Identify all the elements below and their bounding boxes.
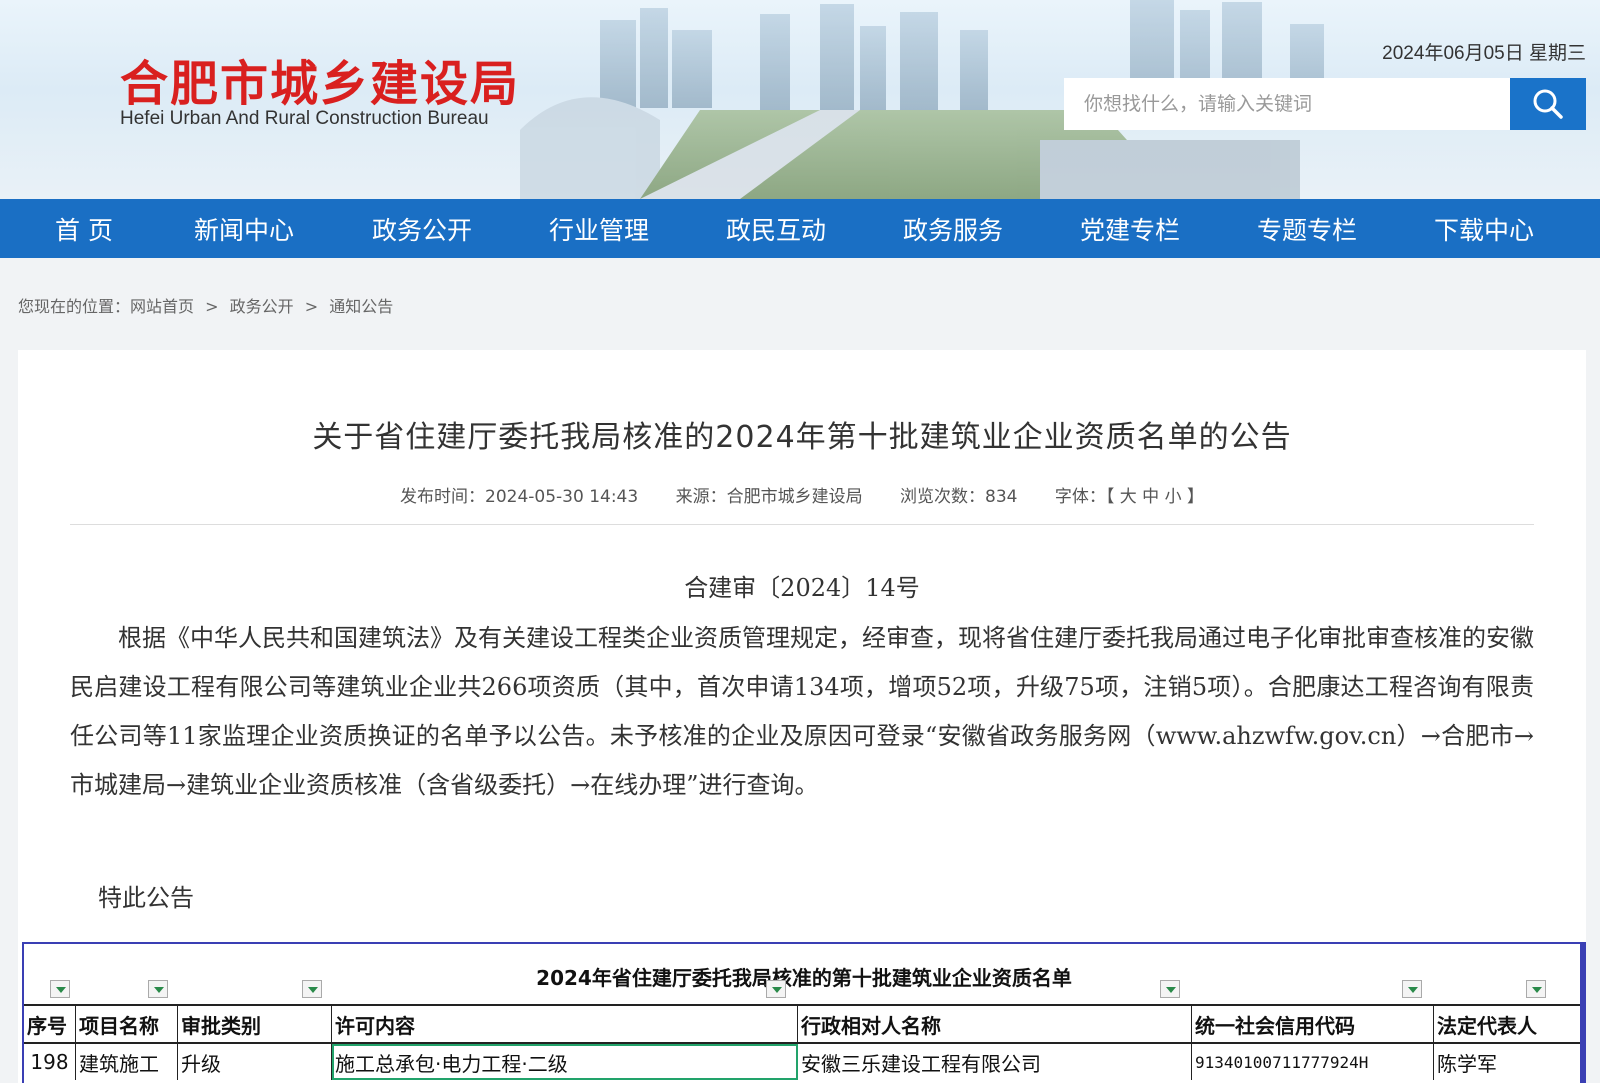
- cell-legal-rep[interactable]: 陈学军: [1434, 1044, 1584, 1080]
- filter-dropdown-icon[interactable]: [302, 980, 322, 998]
- cell-credit-code[interactable]: 91340100711777924H: [1192, 1044, 1434, 1080]
- nav-item-party[interactable]: 党建专栏: [1042, 199, 1218, 258]
- nav-item-interaction[interactable]: 政民互动: [688, 199, 864, 258]
- breadcrumb-home[interactable]: 您现在的位置：网站首页: [18, 297, 194, 316]
- site-logo-subtitle: Hefei Urban And Rural Construction Burea…: [120, 108, 489, 129]
- nav-item-news[interactable]: 新闻中心: [154, 199, 334, 258]
- nav-item-gov-affairs[interactable]: 政务公开: [334, 199, 510, 258]
- filter-dropdown-icon[interactable]: [766, 980, 786, 998]
- sheet-header-row: 序号 项目名称 审批类别 许可内容 行政相对人名称 统一社会信用代码 法定代表人: [24, 1004, 1584, 1042]
- site-header: 合肥市城乡建设局 Hefei Urban And Rural Construct…: [0, 0, 1600, 199]
- publish-time: 发布时间：2024-05-30 14:43: [400, 487, 639, 507]
- article-title: 关于省住建厅委托我局核准的2024年第十批建筑业企业资质名单的公告: [312, 420, 1292, 455]
- current-date: 2024年06月05日 星期三: [1382, 43, 1586, 64]
- column-header: 统一社会信用代码: [1192, 1006, 1434, 1042]
- qualification-list-sheet: 2024年省住建厅委托我局核准的第十批建筑业企业资质名单 序号 项目名称 审批类…: [22, 942, 1586, 1083]
- column-header: 审批类别: [178, 1006, 332, 1042]
- site-logo-title[interactable]: 合肥市城乡建设局: [120, 44, 520, 114]
- article-closing: 特此公告: [98, 884, 194, 912]
- sheet-title: 2024年省住建厅委托我局核准的第十批建筑业企业资质名单: [536, 966, 1072, 990]
- search-icon: [1533, 89, 1563, 119]
- article-paragraph: 根据《中华人民共和国建筑法》及有关建设工程类企业资质管理规定，经审查，现将省住建…: [70, 624, 1534, 799]
- nav-item-industry[interactable]: 行业管理: [510, 199, 688, 258]
- column-header: 项目名称: [76, 1006, 178, 1042]
- breadcrumb-separator: >: [304, 297, 319, 316]
- search-input[interactable]: [1064, 78, 1510, 130]
- breadcrumb-notices[interactable]: 通知公告: [329, 297, 393, 316]
- cell-permit-content[interactable]: 施工总承包·电力工程·二级: [332, 1044, 798, 1080]
- nav-item-services[interactable]: 政务服务: [864, 199, 1042, 258]
- article-meta: 发布时间：2024-05-30 14:43 来源：合肥市城乡建设局 浏览次数：8…: [18, 482, 1586, 507]
- table-row: 198 建筑施工 升级 施工总承包·电力工程·二级 安徽三乐建设工程有限公司 9…: [24, 1042, 1584, 1080]
- search-button[interactable]: [1510, 78, 1586, 130]
- filter-dropdown-icon[interactable]: [148, 980, 168, 998]
- sheet-border: [1580, 944, 1584, 1083]
- nav-item-downloads[interactable]: 下载中心: [1396, 199, 1572, 258]
- nav-item-topics[interactable]: 专题专栏: [1218, 199, 1396, 258]
- cell-approval-type[interactable]: 升级: [178, 1044, 332, 1080]
- filter-dropdown-icon[interactable]: [1160, 980, 1180, 998]
- cell-company-name[interactable]: 安徽三乐建设工程有限公司: [798, 1044, 1192, 1080]
- filter-dropdown-icon[interactable]: [50, 980, 70, 998]
- breadcrumb-separator: >: [205, 297, 219, 316]
- document-number: 合建审〔2024〕14号: [684, 574, 920, 602]
- article-source: 来源：合肥市城乡建设局: [675, 487, 863, 507]
- cell-project[interactable]: 建筑施工: [76, 1044, 178, 1080]
- font-size-switch[interactable]: 字体：【 大 中 小 】: [1055, 487, 1204, 507]
- column-header: 行政相对人名称: [798, 1006, 1192, 1042]
- filter-dropdown-icon[interactable]: [1526, 980, 1546, 998]
- sheet-grid: 序号 项目名称 审批类别 许可内容 行政相对人名称 统一社会信用代码 法定代表人…: [24, 1004, 1584, 1080]
- view-count: 浏览次数：834: [900, 487, 1018, 507]
- column-header: 序号: [24, 1006, 76, 1042]
- column-header: 法定代表人: [1437, 1013, 1537, 1038]
- search-box: [1064, 78, 1586, 130]
- breadcrumb: 您现在的位置：网站首页 > 政务公开 > 通知公告: [18, 293, 399, 317]
- meta-divider: [70, 524, 1534, 525]
- column-header: 许可内容: [332, 1006, 798, 1042]
- nav-item-home[interactable]: 首 页: [14, 199, 154, 258]
- cell-index[interactable]: 198: [24, 1044, 76, 1080]
- main-nav: 首 页 新闻中心 政务公开 行业管理 政民互动 政务服务 党建专栏 专题专栏 下…: [0, 199, 1600, 258]
- filter-dropdown-icon[interactable]: [1402, 980, 1422, 998]
- breadcrumb-gov-affairs[interactable]: 政务公开: [230, 297, 294, 316]
